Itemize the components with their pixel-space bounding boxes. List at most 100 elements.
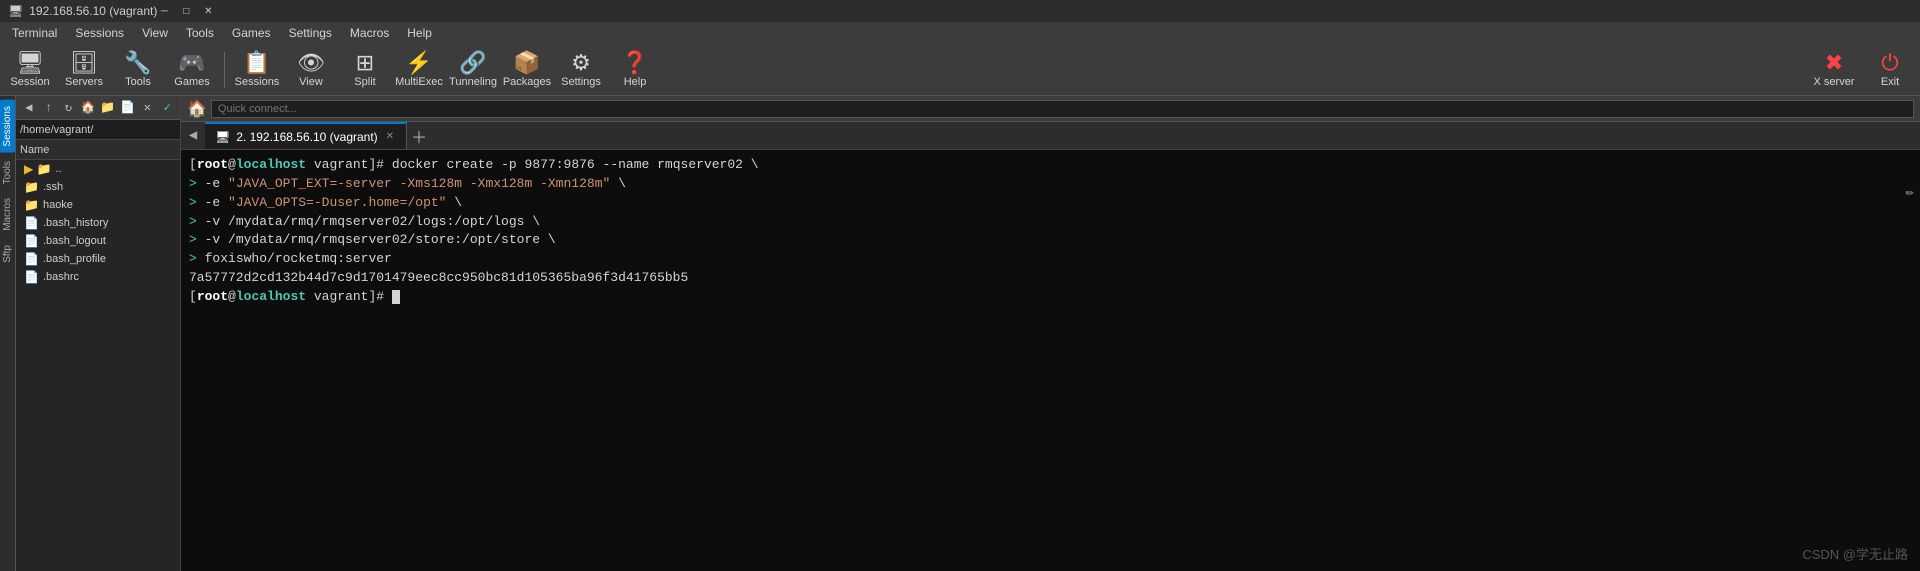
toolbar-exit[interactable]: ⏻ Exit — [1864, 46, 1916, 94]
file-icon-bash-profile: 📄 — [24, 252, 39, 266]
file-item-parent-name: .. — [56, 163, 62, 175]
terminal-line-prompt: [root@localhost vagrant]# — [189, 288, 1912, 307]
file-item-ssh[interactable]: 📁 .ssh — [16, 178, 180, 196]
terminal-output[interactable]: [root@localhost vagrant]# docker create … — [181, 150, 1920, 571]
folder-icon-haoke: 📁 — [24, 198, 39, 212]
games-icon: 🎮 — [178, 52, 205, 74]
file-item-bash-logout[interactable]: 📄 .bash_logout — [16, 232, 180, 250]
file-panel: ◀ ↑ ↻ 🏠 📁 📄 ✕ ✓ /home/vagrant/ Name ▶ 📁 … — [16, 96, 181, 571]
titlebar: 🖥 192.168.56.10 (vagrant) ─ □ ✕ — [0, 0, 1920, 22]
toolbar-xserver[interactable]: ✖ X server — [1808, 46, 1860, 94]
edit-icon[interactable]: ✏ — [1906, 184, 1914, 201]
folder-icon-ssh: 📁 — [24, 180, 39, 194]
file-item-bashrc[interactable]: 📄 .bashrc — [16, 268, 180, 286]
file-item-bash-history-name: .bash_history — [43, 217, 108, 229]
folder-icon-parent: ▶ 📁 — [24, 162, 52, 176]
menu-macros[interactable]: Macros — [342, 24, 397, 42]
fp-newfolder-btn[interactable]: 📁 — [99, 99, 117, 117]
tab-session-1[interactable]: 🖥 2. 192.168.56.10 (vagrant) ✕ — [205, 122, 407, 149]
toolbar-settings[interactable]: ⚙ Settings — [555, 46, 607, 94]
toolbar-separator-1 — [224, 52, 225, 88]
terminal-line-1: [root@localhost vagrant]# docker create … — [189, 156, 1912, 175]
toolbar-tunneling[interactable]: 🔗 Tunneling — [447, 46, 499, 94]
settings-icon: ⚙ — [571, 52, 591, 74]
toolbar-tunneling-label: Tunneling — [449, 76, 497, 88]
toolbar-tools[interactable]: 🔧 Tools — [112, 46, 164, 94]
terminal-line-4: > -v /mydata/rmq/rmqserver02/logs:/opt/l… — [189, 213, 1912, 232]
close-button[interactable]: ✕ — [201, 4, 215, 18]
tab-bar: ◀ 🖥 2. 192.168.56.10 (vagrant) ✕ ＋ — [181, 122, 1920, 150]
xserver-icon: ✖ — [1825, 52, 1843, 74]
toolbar-packages[interactable]: 📦 Packages — [501, 46, 553, 94]
toolbar-help-label: Help — [624, 76, 647, 88]
fp-home-btn[interactable]: 🏠 — [79, 99, 97, 117]
sidebar-tab-tools[interactable]: Tools — [0, 155, 15, 190]
toolbar-help[interactable]: ❓ Help — [609, 46, 661, 94]
maximize-button[interactable]: □ — [179, 4, 193, 18]
fp-up-btn[interactable]: ↑ — [40, 99, 58, 117]
right-content: 🏠 ◀ 🖥 2. 192.168.56.10 (vagrant) ✕ ＋ [ro… — [181, 96, 1920, 571]
menu-tools[interactable]: Tools — [178, 24, 222, 42]
toolbar-multiexec-label: MultiExec — [395, 76, 443, 88]
file-item-bash-history[interactable]: 📄 .bash_history — [16, 214, 180, 232]
toolbar-packages-label: Packages — [503, 76, 551, 88]
tab-nav-left[interactable]: ◀ — [181, 122, 205, 149]
servers-icon: 🗄 — [70, 52, 98, 74]
file-item-bash-profile-name: .bash_profile — [43, 253, 106, 265]
toolbar-session[interactable]: 🖥 Session — [4, 46, 56, 94]
file-item-bash-logout-name: .bash_logout — [43, 235, 106, 247]
toolbar-view[interactable]: 👁 View — [285, 46, 337, 94]
watermark: CSDN @学无止路 — [1802, 544, 1908, 563]
file-icon-bashrc: 📄 — [24, 270, 39, 284]
titlebar-title: 192.168.56.10 (vagrant) — [29, 4, 157, 18]
fp-newfile-btn[interactable]: 📄 — [119, 99, 137, 117]
titlebar-icon: 🖥 — [8, 4, 23, 18]
toolbar-session-label: Session — [10, 76, 49, 88]
sidebar-tab-sessions[interactable]: Sessions — [0, 100, 15, 153]
toolbar-xserver-label: X server — [1814, 76, 1855, 88]
multiexec-icon: ⚡ — [405, 52, 432, 74]
help-icon: ❓ — [621, 52, 648, 74]
terminal-line-3: > -e "JAVA_OPTS=-Duser.home=/opt" \ — [189, 194, 1912, 213]
fp-refresh-btn[interactable]: ↻ — [60, 99, 78, 117]
toolbar-games-label: Games — [174, 76, 209, 88]
tab-add-btn[interactable]: ＋ — [407, 122, 431, 149]
toolbar-tools-label: Tools — [125, 76, 151, 88]
menu-help[interactable]: Help — [399, 24, 440, 42]
toolbar-servers-label: Servers — [65, 76, 103, 88]
toolbar-sessions-label: Sessions — [235, 76, 280, 88]
toolbar-split[interactable]: ⊞ Split — [339, 46, 391, 94]
toolbar-games[interactable]: 🎮 Games — [166, 46, 218, 94]
exit-icon: ⏻ — [1881, 52, 1898, 74]
file-icon-bash-logout: 📄 — [24, 234, 39, 248]
home-nav-icon: 🏠 — [187, 99, 207, 119]
terminal-cursor — [392, 290, 400, 304]
sidebar-tab-sftp[interactable]: Sftp — [0, 239, 15, 269]
minimize-button[interactable]: ─ — [157, 4, 171, 18]
window-controls: ─ □ ✕ — [157, 4, 215, 18]
fp-back-btn[interactable]: ◀ — [20, 99, 38, 117]
file-item-bash-profile[interactable]: 📄 .bash_profile — [16, 250, 180, 268]
menu-games[interactable]: Games — [224, 24, 279, 42]
toolbar-multiexec[interactable]: ⚡ MultiExec — [393, 46, 445, 94]
split-icon: ⊞ — [356, 52, 374, 74]
toolbar-split-label: Split — [354, 76, 375, 88]
prompt-final: [root@localhost vagrant]# — [189, 289, 392, 304]
fp-delete-btn[interactable]: ✕ — [139, 99, 157, 117]
file-item-parent[interactable]: ▶ 📁 .. — [16, 160, 180, 178]
menu-terminal[interactable]: Terminal — [4, 24, 65, 42]
toolbar-servers[interactable]: 🗄 Servers — [58, 46, 110, 94]
menu-view[interactable]: View — [134, 24, 176, 42]
file-path-text: /home/vagrant/ — [20, 124, 93, 136]
tab-close-btn[interactable]: ✕ — [384, 131, 396, 142]
sessions-icon: 📋 — [243, 52, 270, 74]
toolbar-sessions[interactable]: 📋 Sessions — [231, 46, 283, 94]
quick-connect-input[interactable] — [211, 100, 1914, 118]
menu-sessions[interactable]: Sessions — [67, 24, 132, 42]
file-item-haoke[interactable]: 📁 haoke — [16, 196, 180, 214]
fp-check-btn[interactable]: ✓ — [158, 99, 176, 117]
toolbar-view-label: View — [299, 76, 323, 88]
menu-settings[interactable]: Settings — [281, 24, 340, 42]
session-icon: 🖥 — [16, 52, 44, 74]
sidebar-tab-macros[interactable]: Macros — [0, 192, 15, 237]
